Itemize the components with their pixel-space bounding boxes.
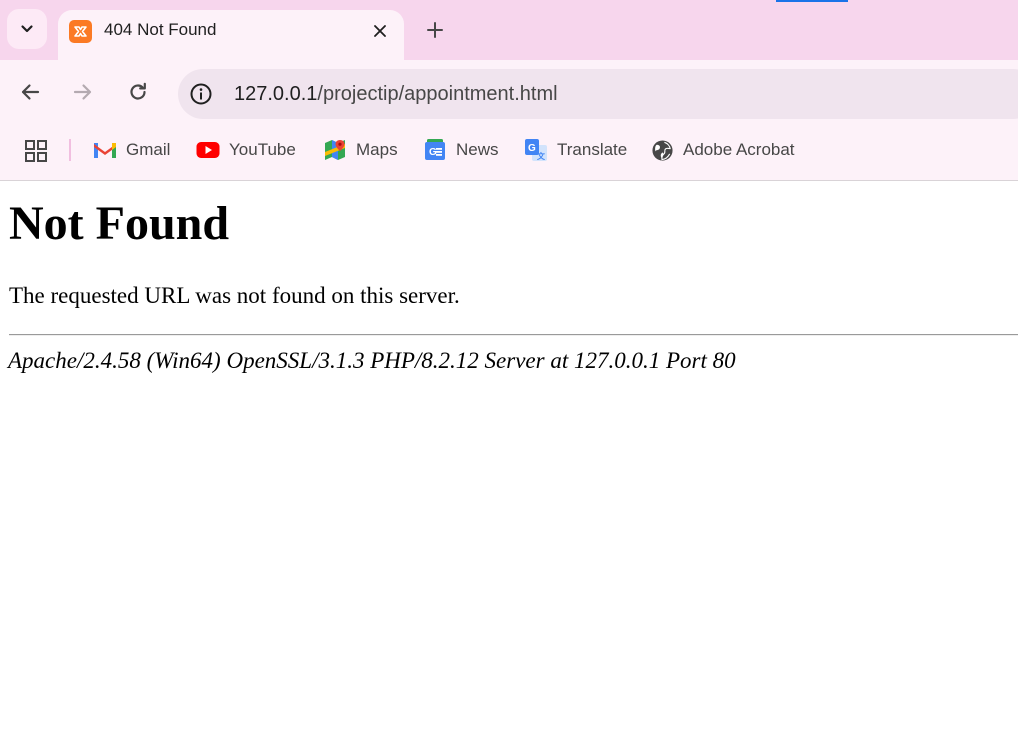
youtube-icon xyxy=(196,138,220,162)
back-button[interactable] xyxy=(15,77,45,107)
url-host: 127.0.0.1 xyxy=(234,83,318,105)
bookmark-maps[interactable]: Maps xyxy=(323,137,398,163)
news-icon: G xyxy=(423,138,447,162)
bookmark-news[interactable]: G News xyxy=(423,137,499,163)
globe-icon xyxy=(650,138,674,162)
bookmarks-bar: Gmail YouTube Maps G News G 文 Translate … xyxy=(0,122,1018,181)
toolbar: 127.0.0.1/projectip/appointment.html xyxy=(0,60,1018,122)
url-path: /projectip/appointment.html xyxy=(317,83,558,105)
bookmark-youtube[interactable]: YouTube xyxy=(196,137,296,163)
tab-search-button[interactable] xyxy=(7,9,47,49)
bookmarks-divider xyxy=(69,139,71,161)
new-tab-button[interactable] xyxy=(420,15,450,45)
apps-grid-icon[interactable] xyxy=(24,139,48,163)
bookmark-label: Maps xyxy=(356,140,398,159)
bookmark-adobe-acrobat[interactable]: Adobe Acrobat xyxy=(650,137,795,163)
bookmark-label: YouTube xyxy=(229,140,296,159)
plus-icon xyxy=(427,22,443,38)
translate-icon: G 文 xyxy=(524,138,548,162)
maps-icon xyxy=(323,138,347,162)
svg-text:G: G xyxy=(429,147,437,158)
bookmark-label: News xyxy=(456,140,499,159)
tab-title: 404 Not Found xyxy=(104,20,217,39)
tab-close-button[interactable] xyxy=(370,21,390,41)
divider xyxy=(9,334,1018,336)
bookmark-gmail[interactable]: Gmail xyxy=(93,137,170,163)
svg-text:文: 文 xyxy=(537,151,546,161)
error-message: The requested URL was not found on this … xyxy=(9,283,460,308)
arrow-right-icon xyxy=(73,84,92,100)
gmail-icon xyxy=(93,138,117,162)
close-icon xyxy=(374,25,386,37)
bookmark-translate[interactable]: G 文 Translate xyxy=(524,137,627,163)
bookmark-label: Translate xyxy=(557,140,628,159)
xampp-icon xyxy=(69,20,92,43)
window-accent-bar xyxy=(776,0,848,2)
page-content: Not Found The requested URL was not foun… xyxy=(0,181,1018,756)
bookmark-label: Gmail xyxy=(126,140,171,159)
tab-active[interactable]: 404 Not Found xyxy=(58,10,404,60)
reload-icon xyxy=(130,82,146,100)
info-icon[interactable] xyxy=(189,82,213,106)
reload-button[interactable] xyxy=(123,77,153,107)
arrow-left-icon xyxy=(21,84,40,100)
forward-button[interactable] xyxy=(68,77,98,107)
server-signature: Apache/2.4.58 (Win64) OpenSSL/3.1.3 PHP/… xyxy=(8,348,736,373)
svg-text:G: G xyxy=(528,143,536,154)
tab-strip: 404 Not Found xyxy=(0,0,1018,60)
chevron-down-icon xyxy=(21,25,33,33)
address-bar[interactable]: 127.0.0.1/projectip/appointment.html xyxy=(178,69,1018,119)
bookmark-label: Adobe Acrobat xyxy=(683,140,795,159)
page-title: Not Found xyxy=(9,197,230,250)
url-text: 127.0.0.1/projectip/appointment.html xyxy=(234,83,558,105)
